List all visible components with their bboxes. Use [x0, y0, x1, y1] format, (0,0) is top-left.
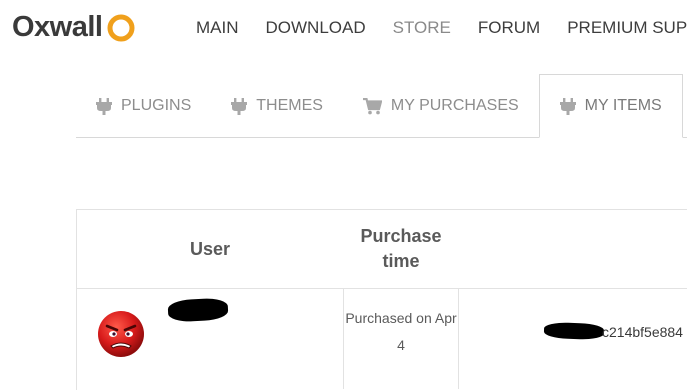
logo-text: Oxwall: [12, 10, 103, 43]
license-key-text: c214bf5e884: [602, 324, 683, 340]
tab-label: MY ITEMS: [584, 97, 662, 114]
tab-label: THEMES: [256, 97, 323, 114]
table-cell-license-key: c214bf5e884: [459, 289, 687, 389]
angry-face-avatar[interactable]: [96, 309, 146, 359]
tab-label: PLUGINS: [121, 97, 192, 114]
username-redacted: [167, 297, 229, 323]
plug-icon: [231, 97, 248, 115]
tab-plugins[interactable]: PLUGINS: [76, 74, 211, 138]
table-cell-purchase-time: Purchased on Apr 4: [343, 289, 459, 389]
column-header-user: User: [189, 238, 231, 259]
store-tabs: PLUGINS THEMES MY PURCHASES MY ITEMS: [76, 74, 687, 138]
oxwall-logo[interactable]: Oxwall: [12, 6, 135, 48]
tab-overflow[interactable]: [683, 74, 687, 138]
nav-forum[interactable]: FORUM: [478, 17, 540, 39]
cart-icon: [362, 97, 382, 114]
tab-my-items[interactable]: MY ITEMS: [538, 74, 683, 138]
main-navigation: MAIN DOWNLOAD STORE FORUM PREMIUM SUPPO: [196, 17, 687, 39]
nav-store[interactable]: STORE: [393, 17, 451, 39]
tab-my-purchases[interactable]: MY PURCHASES: [343, 74, 539, 138]
tab-label: MY PURCHASES: [390, 97, 519, 114]
table-cell-user: [77, 289, 343, 389]
plug-icon: [559, 97, 576, 115]
nav-premium-support[interactable]: PREMIUM SUPPO: [567, 17, 687, 39]
nav-main[interactable]: MAIN: [196, 17, 239, 39]
tab-themes[interactable]: THEMES: [211, 74, 343, 138]
plug-icon: [96, 97, 112, 115]
license-key-redacted: [543, 321, 605, 341]
my-items-table: User Purchase time Purchased on Apr 4 c2…: [76, 209, 687, 390]
column-header-purchase-time: Purchase time: [360, 226, 442, 271]
nav-download[interactable]: DOWNLOAD: [266, 17, 366, 39]
logo-ring-icon: [107, 14, 134, 41]
